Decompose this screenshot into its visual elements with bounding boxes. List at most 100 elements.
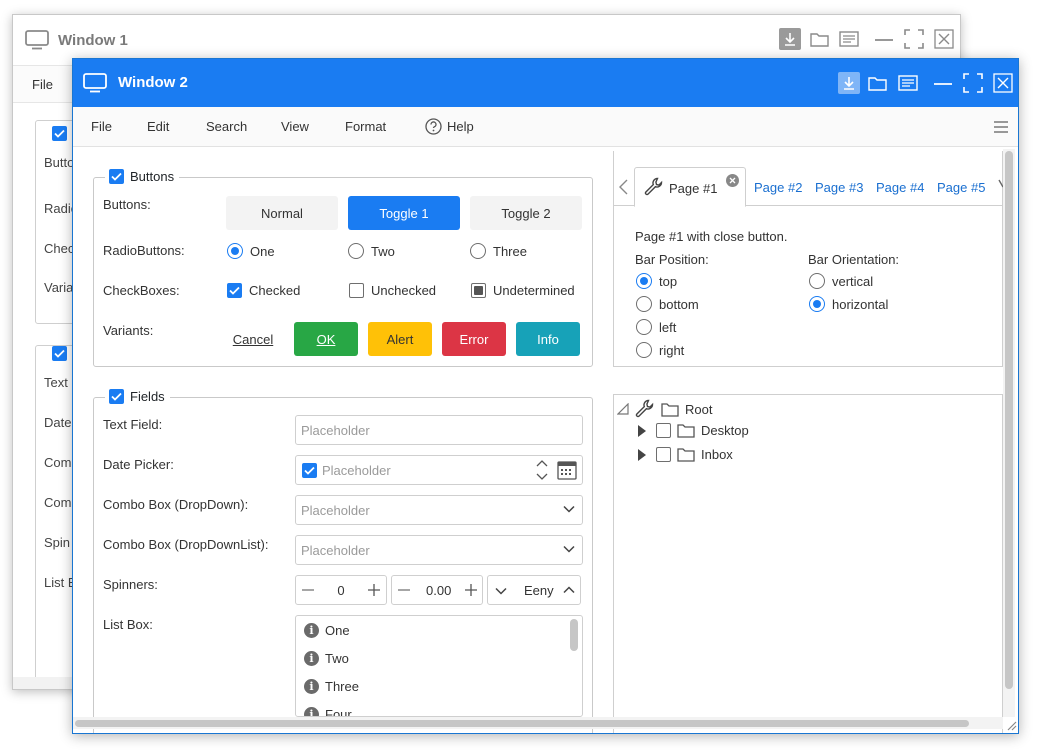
chevron-left-icon[interactable] [619, 179, 628, 195]
tree-item-desktop[interactable]: Desktop [637, 423, 749, 438]
checkbox-undetermined[interactable]: Undetermined [471, 283, 575, 298]
maximize-icon[interactable] [903, 28, 925, 50]
download-icon[interactable] [779, 28, 801, 50]
window-2[interactable]: Window 2 File Edit Search View Format He… [72, 58, 1019, 734]
window-1-label: Date [44, 415, 72, 430]
minimize-icon[interactable] [873, 28, 895, 50]
bar-orientation-vertical[interactable]: vertical [809, 273, 873, 289]
list-box[interactable]: i One i Two i Three i Four [295, 615, 583, 717]
decimal-spinner[interactable]: 0.00 [391, 575, 483, 605]
buttons-group-checkbox[interactable] [109, 169, 124, 184]
chevron-down-icon[interactable] [563, 545, 575, 553]
minimize-icon[interactable] [932, 72, 954, 94]
menu-file[interactable]: File [91, 119, 112, 134]
fields-group-legend[interactable]: Fields [105, 389, 170, 404]
tree-view[interactable] [613, 394, 1003, 733]
list-box-scrollbar[interactable] [570, 619, 578, 651]
notes-icon[interactable] [897, 72, 919, 94]
checkbox-checked[interactable]: Checked [227, 283, 300, 298]
combo-dropdown[interactable]: Placeholder [295, 495, 583, 525]
minus-icon[interactable] [398, 589, 410, 591]
buttons-group-legend[interactable]: Buttons [105, 169, 180, 184]
tab-page-4[interactable]: Page #4 [876, 180, 924, 195]
info-icon: i [304, 623, 319, 638]
bar-position-right[interactable]: right [636, 342, 684, 358]
radio-label: right [659, 342, 685, 358]
date-picker-placeholder: Placeholder [322, 462, 391, 478]
radio-three[interactable]: Three [470, 243, 527, 259]
toggle-2-button[interactable]: Toggle 2 [470, 196, 582, 230]
date-picker[interactable]: Placeholder [295, 455, 583, 485]
chevron-up-icon[interactable] [563, 586, 575, 594]
tree-checkbox[interactable] [656, 423, 671, 438]
list-item[interactable]: i Four [304, 707, 352, 716]
download-icon[interactable] [838, 72, 860, 94]
tab-page-1[interactable]: Page #1 [634, 167, 746, 207]
radio-one[interactable]: One [227, 243, 275, 259]
radio-indicator [809, 296, 825, 312]
combo-dropdownlist[interactable]: Placeholder [295, 535, 583, 565]
bar-orientation-horizontal[interactable]: horizontal [809, 296, 888, 312]
checkbox-unchecked[interactable]: Unchecked [349, 283, 436, 298]
tab-page-3[interactable]: Page #3 [815, 180, 863, 195]
tab-page-5[interactable]: Page #5 [937, 180, 985, 195]
cancel-button[interactable]: Cancel [221, 322, 285, 356]
list-item[interactable]: i Three [304, 679, 359, 694]
hamburger-menu-icon[interactable] [993, 120, 1009, 134]
chevron-down-icon[interactable] [563, 505, 575, 513]
integer-spinner[interactable]: 0 [295, 575, 387, 605]
chevron-down-icon[interactable] [495, 587, 507, 595]
resize-grip-icon[interactable] [1005, 719, 1017, 731]
list-item[interactable]: i Two [304, 651, 349, 666]
horizontal-scrollbar-thumb[interactable] [75, 720, 969, 727]
menu-search[interactable]: Search [206, 119, 247, 134]
notes-icon[interactable] [838, 28, 860, 50]
minus-icon[interactable] [302, 589, 314, 591]
text-field[interactable]: Placeholder [295, 415, 583, 445]
error-button[interactable]: Error [442, 322, 506, 356]
ok-button[interactable]: OK [294, 322, 358, 356]
tree-root[interactable]: Root [617, 399, 712, 419]
date-picker-checkbox[interactable] [302, 462, 317, 478]
folder-icon[interactable] [867, 72, 889, 94]
fields-group-title: Fields [130, 389, 165, 404]
text-spinner[interactable]: Eeny [487, 575, 581, 605]
list-item[interactable]: i One [304, 623, 350, 638]
radio-two[interactable]: Two [348, 243, 395, 259]
plus-icon[interactable] [465, 584, 477, 596]
menu-format[interactable]: Format [345, 119, 386, 134]
tab-close-icon[interactable] [726, 174, 739, 187]
bar-position-top[interactable]: top [636, 273, 677, 289]
bar-position-bottom[interactable]: bottom [636, 296, 699, 312]
toggle-1-button[interactable]: Toggle 1 [348, 196, 460, 230]
window-2-titlebar[interactable]: Window 2 [73, 59, 1018, 107]
plus-icon[interactable] [368, 584, 380, 596]
help-icon[interactable] [425, 118, 442, 135]
expand-triangle-icon[interactable] [637, 448, 647, 462]
tree-item-inbox[interactable]: Inbox [637, 447, 733, 462]
close-icon[interactable] [992, 72, 1014, 94]
bar-position-left[interactable]: left [636, 319, 676, 335]
expand-triangle-icon[interactable] [637, 424, 647, 438]
date-spin-icon[interactable] [536, 458, 548, 482]
menu-file[interactable]: File [32, 77, 53, 92]
window-1-fields-checkbox[interactable] [52, 346, 67, 361]
tab-page-2[interactable]: Page #2 [754, 180, 802, 195]
window-1-buttons-checkbox[interactable] [52, 126, 67, 141]
menu-view[interactable]: View [281, 119, 309, 134]
tree-checkbox[interactable] [656, 447, 671, 462]
vertical-scrollbar-thumb[interactable] [1005, 151, 1013, 689]
maximize-icon[interactable] [962, 72, 984, 94]
alert-button[interactable]: Alert [368, 322, 432, 356]
normal-button[interactable]: Normal [226, 196, 338, 230]
menu-edit[interactable]: Edit [147, 119, 169, 134]
collapse-triangle-icon[interactable] [617, 403, 629, 415]
info-button[interactable]: Info [516, 322, 580, 356]
close-icon[interactable] [933, 28, 955, 50]
folder-icon[interactable] [809, 28, 831, 50]
menu-help[interactable]: Help [447, 119, 474, 134]
radio-indicator [348, 243, 364, 259]
calendar-icon[interactable] [557, 460, 577, 480]
checkboxes-row-label: CheckBoxes: [103, 283, 180, 298]
fields-group-checkbox[interactable] [109, 389, 124, 404]
